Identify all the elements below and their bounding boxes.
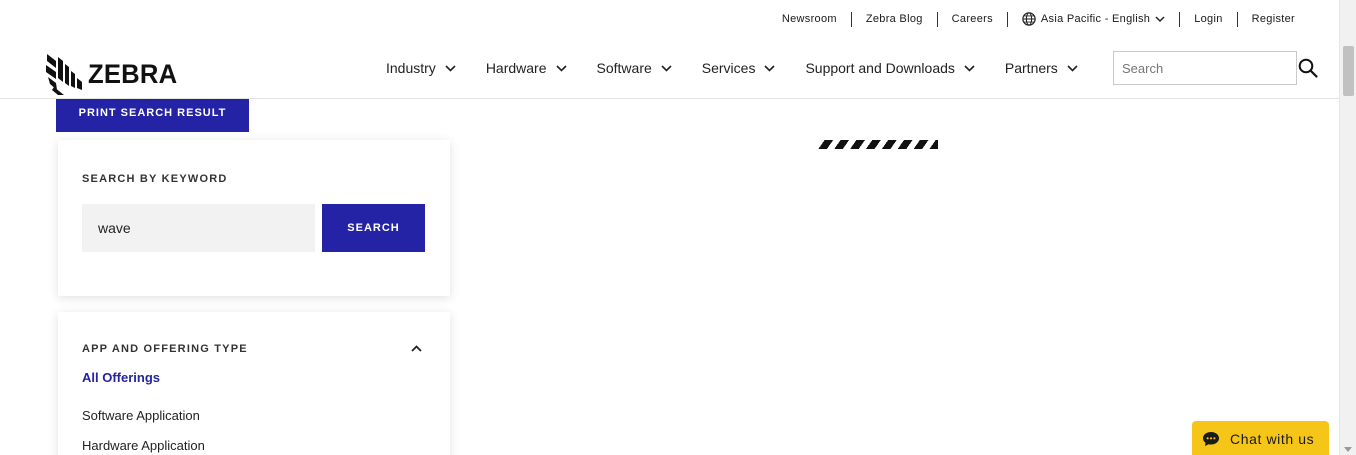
nav-label: Software <box>596 60 652 76</box>
zebra-blog-link[interactable]: Zebra Blog <box>852 11 937 27</box>
nav-services[interactable]: Services <box>702 60 776 76</box>
filter-all-offerings[interactable]: All Offerings <box>82 370 205 408</box>
nav-label: Industry <box>386 60 436 76</box>
search-input[interactable] <box>1114 52 1298 84</box>
chevron-down-icon <box>1155 15 1165 22</box>
chevron-down-icon <box>1067 64 1078 72</box>
nav-hardware[interactable]: Hardware <box>486 60 567 76</box>
chat-button[interactable]: Chat with us <box>1192 421 1329 455</box>
chevron-down-icon <box>661 64 672 72</box>
region-label: Asia Pacific - English <box>1040 13 1151 25</box>
keyword-search-card: SEARCH BY KEYWORD SEARCH <box>58 140 450 296</box>
chevron-down-icon <box>764 64 776 72</box>
chevron-down-icon <box>964 64 975 72</box>
scrollbar-thumb[interactable] <box>1343 46 1354 96</box>
zebra-logo[interactable]: ZEBRA <box>44 52 182 96</box>
zebra-head-icon <box>46 54 82 95</box>
nav-support-and-downloads[interactable]: Support and Downloads <box>805 60 975 76</box>
login-link[interactable]: Login <box>1180 11 1236 27</box>
print-search-result-button[interactable]: PRINT SEARCH RESULT <box>56 94 249 132</box>
keyword-input[interactable] <box>82 204 315 252</box>
site-search <box>1113 51 1318 85</box>
chat-bubble-icon <box>1203 432 1219 446</box>
filter-hardware-application[interactable]: Hardware Application <box>82 438 205 455</box>
search-icon[interactable] <box>1298 52 1318 84</box>
filter-software-application[interactable]: Software Application <box>82 408 205 438</box>
keyword-search-heading: SEARCH BY KEYWORD <box>82 173 228 185</box>
page-scrollbar[interactable] <box>1339 0 1356 455</box>
nav-label: Services <box>701 60 756 76</box>
chevron-up-icon[interactable] <box>408 342 424 354</box>
scroll-down-arrow-icon[interactable] <box>1344 447 1352 452</box>
globe-icon <box>1022 12 1036 26</box>
offering-type-heading: APP AND OFFERING TYPE <box>82 343 248 355</box>
utility-nav: Newsroom Zebra Blog Careers Asia Pacific… <box>768 11 1295 27</box>
main-nav: Industry Hardware Software Services Supp… <box>386 58 1078 78</box>
region-selector[interactable]: Asia Pacific - English <box>1008 12 1179 26</box>
keyword-search-button[interactable]: SEARCH <box>322 204 425 252</box>
careers-link[interactable]: Careers <box>938 11 1007 27</box>
offering-type-filter-card: APP AND OFFERING TYPE All Offerings Soft… <box>58 312 450 455</box>
nav-partners[interactable]: Partners <box>1005 60 1078 76</box>
chevron-down-icon <box>445 64 456 72</box>
nav-label: Partners <box>1004 60 1058 76</box>
loading-indicator <box>818 140 938 149</box>
chat-label: Chat with us <box>1230 431 1315 447</box>
page: Newsroom Zebra Blog Careers Asia Pacific… <box>0 0 1356 455</box>
chevron-down-icon <box>555 64 567 72</box>
logo-wordmark: ZEBRA <box>88 58 178 89</box>
register-link[interactable]: Register <box>1238 11 1295 27</box>
nav-label: Support and Downloads <box>805 60 955 76</box>
site-header: Newsroom Zebra Blog Careers Asia Pacific… <box>0 0 1339 99</box>
newsroom-link[interactable]: Newsroom <box>768 11 851 27</box>
nav-label: Hardware <box>485 60 547 76</box>
nav-software[interactable]: Software <box>597 60 672 76</box>
offering-type-list: All Offerings Software Application Hardw… <box>82 370 205 455</box>
nav-industry[interactable]: Industry <box>386 60 456 76</box>
